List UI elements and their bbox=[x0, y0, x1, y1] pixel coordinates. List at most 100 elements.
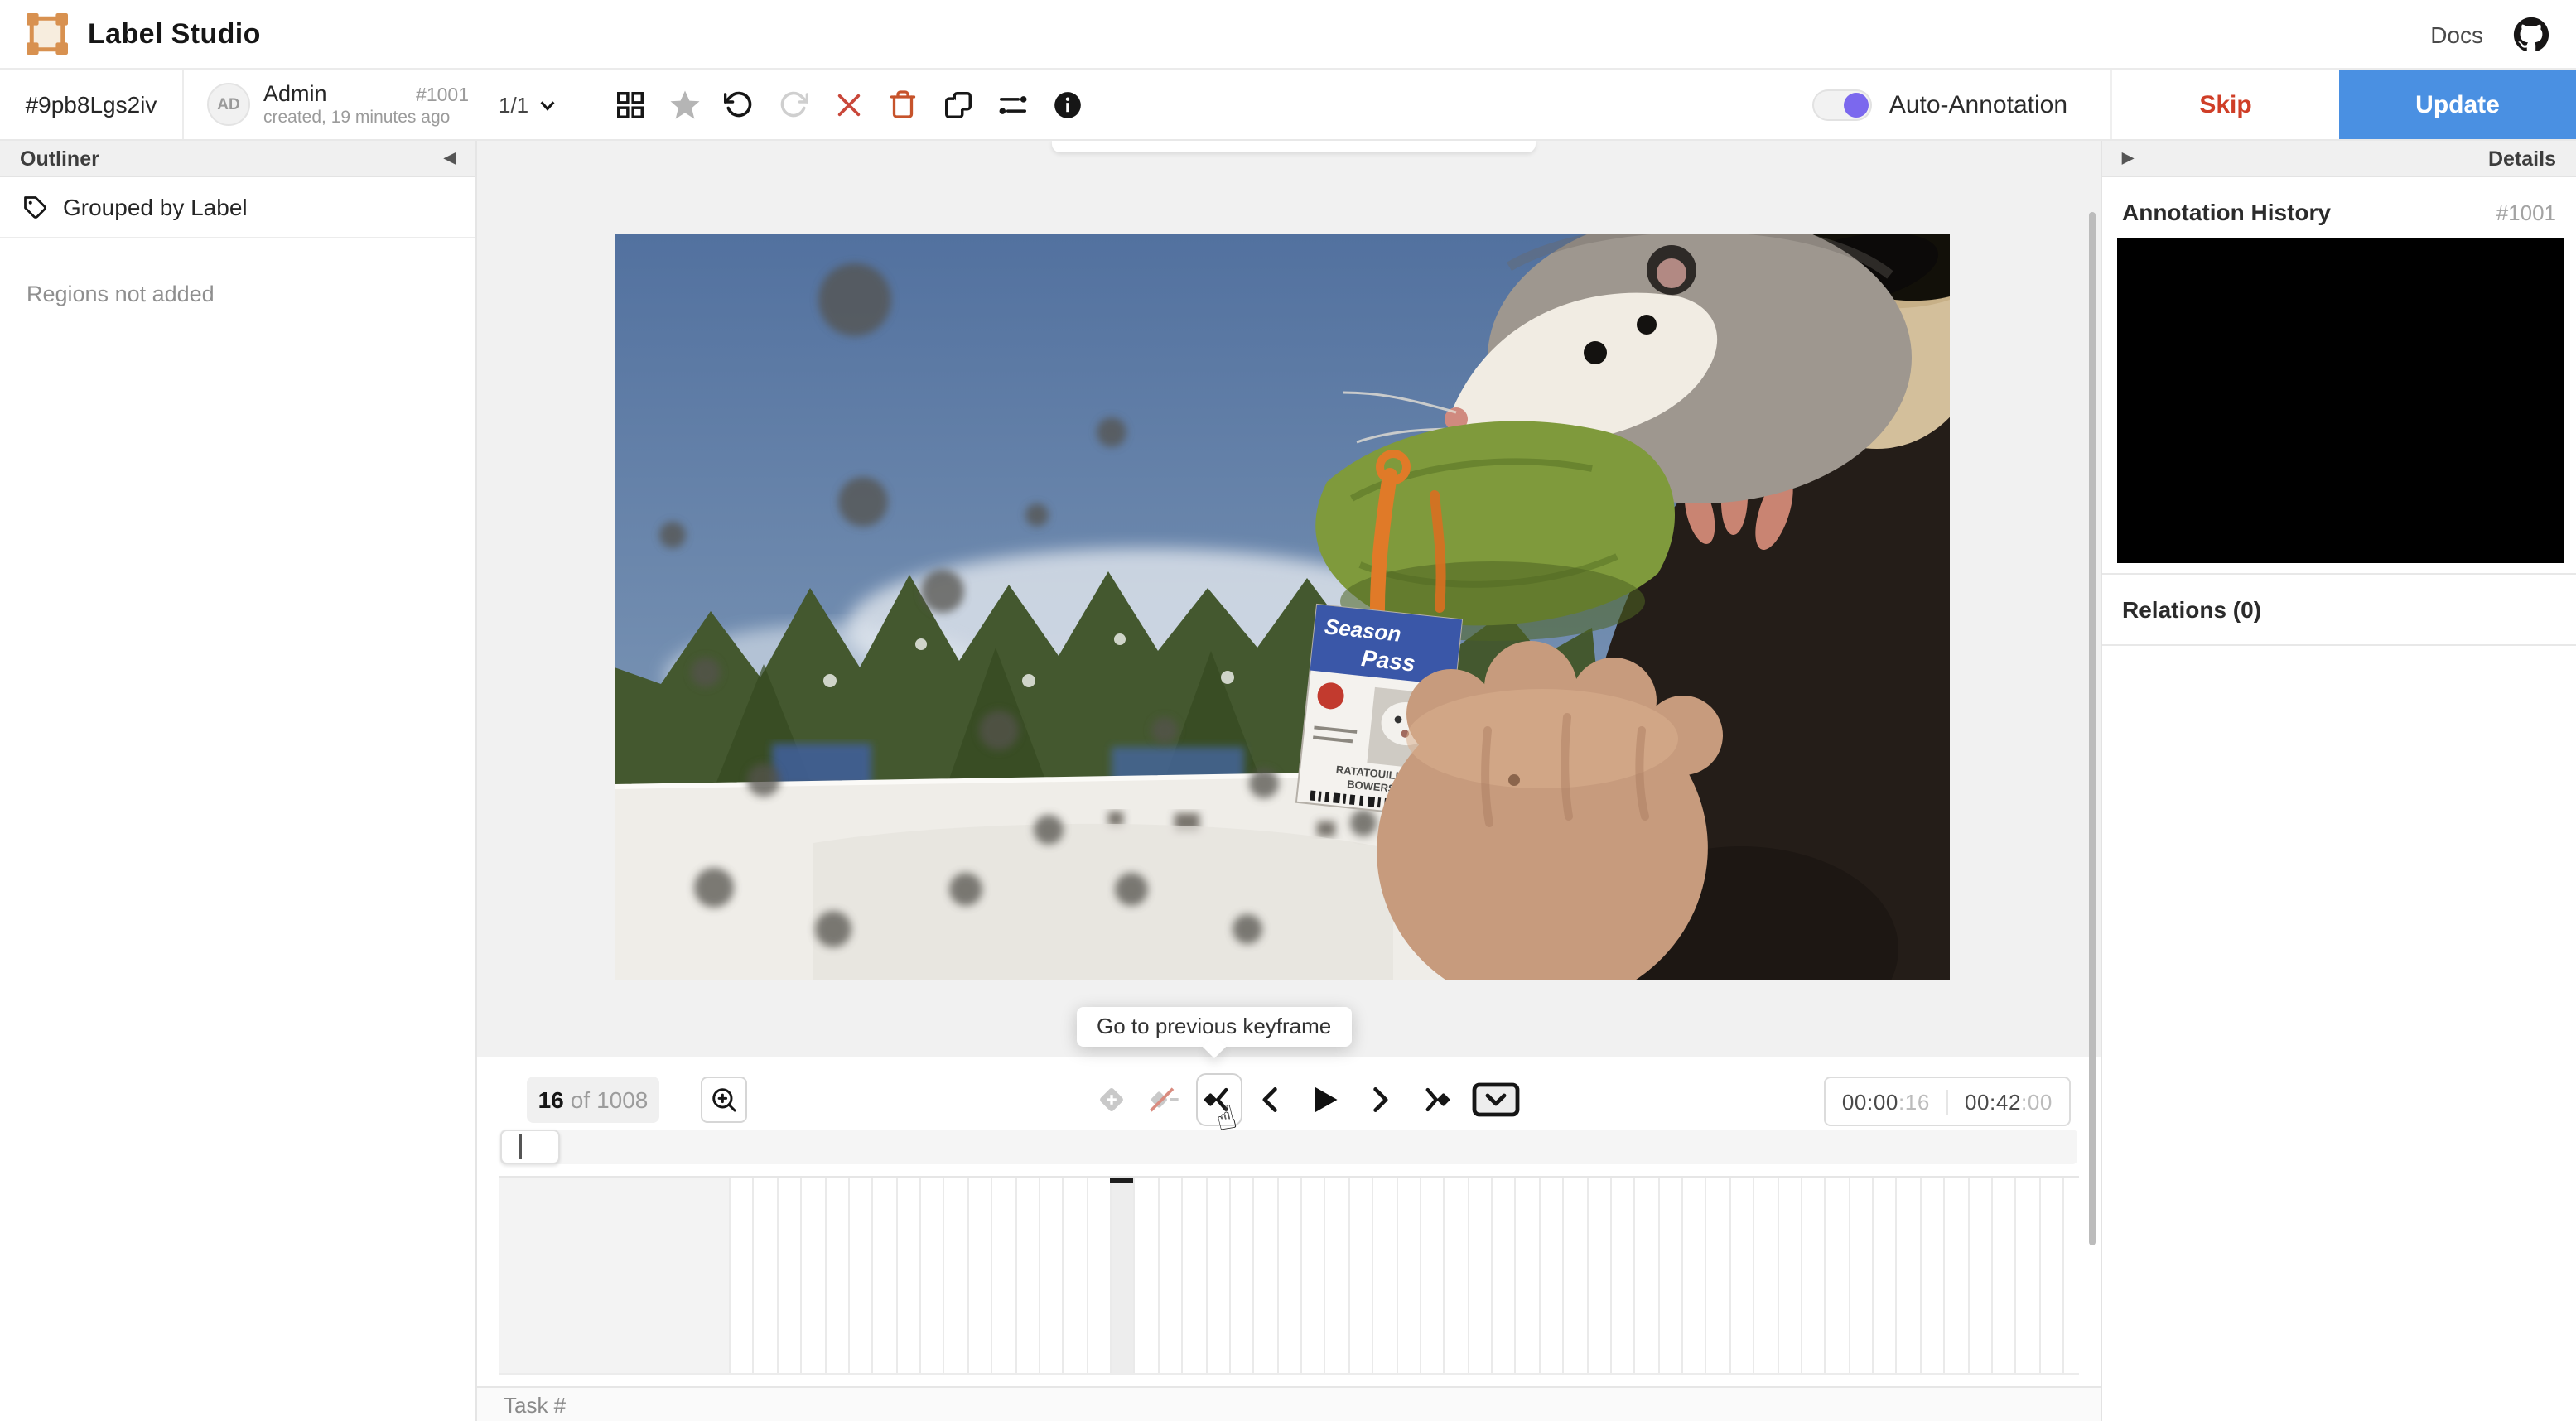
timeline-tick[interactable] bbox=[1705, 1178, 1729, 1373]
timeline-tick[interactable] bbox=[824, 1178, 848, 1373]
timeline-tick[interactable] bbox=[1157, 1178, 1182, 1373]
update-button[interactable]: Update bbox=[2339, 70, 2576, 139]
timeline-tick[interactable] bbox=[1062, 1178, 1087, 1373]
annotation-toolbar bbox=[610, 70, 1087, 139]
collapse-timeline-button[interactable] bbox=[1471, 1081, 1521, 1118]
timeline-tick[interactable] bbox=[1205, 1178, 1229, 1373]
timeline-tick[interactable] bbox=[2014, 1178, 2039, 1373]
settings-button[interactable] bbox=[992, 84, 1032, 124]
redo-button[interactable] bbox=[774, 84, 813, 124]
timeline-tick[interactable] bbox=[871, 1178, 896, 1373]
timeline-tick[interactable] bbox=[1086, 1178, 1110, 1373]
timeline-tick[interactable] bbox=[967, 1178, 991, 1373]
timeline-tick[interactable] bbox=[943, 1178, 967, 1373]
outliner-title: Outliner bbox=[20, 147, 99, 170]
timeline-tick[interactable] bbox=[1800, 1178, 1825, 1373]
collapse-right-icon[interactable]: ▶ bbox=[2122, 150, 2134, 166]
timeline-tick[interactable] bbox=[1729, 1178, 1754, 1373]
prev-frame-button[interactable] bbox=[1256, 1083, 1286, 1116]
annotation-history-section: Annotation History #1001 bbox=[2102, 199, 2576, 575]
timeline-tick[interactable] bbox=[1372, 1178, 1396, 1373]
timeline-tick[interactable] bbox=[1562, 1178, 1586, 1373]
info-button[interactable] bbox=[1047, 84, 1087, 124]
timeline-tick[interactable] bbox=[1228, 1178, 1253, 1373]
auto-annotation-toggle[interactable] bbox=[1812, 89, 1873, 120]
timeline-tick[interactable] bbox=[847, 1178, 872, 1373]
timeline-tick[interactable] bbox=[1038, 1178, 1063, 1373]
collapse-left-icon[interactable]: ◀ bbox=[444, 150, 456, 166]
copy-annotation-button[interactable] bbox=[938, 84, 977, 124]
annotations-pager[interactable]: 1/1 bbox=[469, 70, 573, 139]
timeline-tick[interactable] bbox=[895, 1178, 919, 1373]
github-icon[interactable] bbox=[2513, 16, 2549, 52]
timeline-tick[interactable] bbox=[2038, 1178, 2062, 1373]
timeline-tick[interactable] bbox=[2062, 1178, 2079, 1373]
timeline-tick[interactable] bbox=[1777, 1178, 1801, 1373]
timeline-tick[interactable] bbox=[1467, 1178, 1491, 1373]
skip-button[interactable]: Skip bbox=[2110, 70, 2339, 139]
timeline-tick[interactable] bbox=[1657, 1178, 1681, 1373]
next-frame-button[interactable] bbox=[1365, 1083, 1395, 1116]
timeline-tick[interactable] bbox=[1681, 1178, 1705, 1373]
timeline-tick[interactable] bbox=[1943, 1178, 1967, 1373]
vertical-scrollbar[interactable] bbox=[2089, 212, 2096, 1245]
seek-track[interactable] bbox=[500, 1130, 2077, 1164]
timeline-tick[interactable] bbox=[1133, 1178, 1158, 1373]
timeline-tick[interactable] bbox=[1443, 1178, 1468, 1373]
timeline-ticks[interactable] bbox=[729, 1178, 2079, 1373]
timeline-tick[interactable] bbox=[1015, 1178, 1039, 1373]
timeline-tick[interactable] bbox=[1538, 1178, 1563, 1373]
timeline-tick[interactable] bbox=[1609, 1178, 1634, 1373]
timeline-tick-current[interactable] bbox=[1110, 1178, 1135, 1373]
video-frame[interactable]: Season Pass RATATOUILLE BOWERS bbox=[615, 234, 1950, 980]
seek-viewport-handle[interactable] bbox=[500, 1130, 560, 1164]
timeline-tick[interactable] bbox=[776, 1178, 801, 1373]
timeline-tick[interactable] bbox=[1633, 1178, 1658, 1373]
timeline-tick[interactable] bbox=[1990, 1178, 2015, 1373]
label-studio-logo[interactable] bbox=[27, 13, 68, 55]
reset-button[interactable] bbox=[828, 84, 868, 124]
timeline-tick[interactable] bbox=[1753, 1178, 1777, 1373]
timeline-tick[interactable] bbox=[1848, 1178, 1872, 1373]
frame-counter[interactable]: 16 of 1008 bbox=[527, 1077, 659, 1123]
timeline-tick[interactable] bbox=[1491, 1178, 1515, 1373]
timeline-tick[interactable] bbox=[1396, 1178, 1420, 1373]
zoom-in-button[interactable] bbox=[701, 1077, 747, 1123]
timeline-tick[interactable] bbox=[1514, 1178, 1539, 1373]
frames-timeline[interactable] bbox=[499, 1176, 2079, 1375]
timeline-tick[interactable] bbox=[1586, 1178, 1610, 1373]
next-keyframe-button[interactable] bbox=[1416, 1081, 1453, 1118]
timeline-tick[interactable] bbox=[729, 1178, 753, 1373]
ground-truth-star-button[interactable] bbox=[664, 84, 704, 124]
timeline-tick[interactable] bbox=[1919, 1178, 1944, 1373]
docs-link[interactable]: Docs bbox=[2430, 21, 2483, 47]
timeline-tick[interactable] bbox=[1824, 1178, 1849, 1373]
timeline-tick[interactable] bbox=[919, 1178, 943, 1373]
undo-button[interactable] bbox=[719, 84, 759, 124]
time-display[interactable]: 00:00:16 00:42:00 bbox=[1823, 1077, 2071, 1126]
group-by-label-button[interactable]: Grouped by Label bbox=[0, 177, 475, 238]
relations-title: Relations (0) bbox=[2102, 575, 2576, 646]
timeline-tick[interactable] bbox=[1895, 1178, 1920, 1373]
add-keyframe-button[interactable] bbox=[1095, 1083, 1128, 1116]
timeline-tick[interactable] bbox=[800, 1178, 824, 1373]
annotation-history-title: Annotation History bbox=[2122, 199, 2331, 225]
remove-keyframe-button[interactable] bbox=[1146, 1083, 1183, 1116]
timeline-tick[interactable] bbox=[1967, 1178, 1991, 1373]
timeline-tick[interactable] bbox=[1181, 1178, 1205, 1373]
annotation-card[interactable]: AD Admin #1001 created, 19 minutes ago bbox=[184, 70, 469, 139]
group-by-label-text: Grouped by Label bbox=[63, 194, 248, 220]
grid-view-button[interactable] bbox=[610, 84, 649, 124]
delete-button[interactable] bbox=[883, 84, 923, 124]
timeline-tick[interactable] bbox=[752, 1178, 777, 1373]
timeline-tick[interactable] bbox=[1419, 1178, 1444, 1373]
play-button[interactable] bbox=[1305, 1081, 1342, 1118]
timeline-tick[interactable] bbox=[1872, 1178, 1896, 1373]
timeline-tick[interactable] bbox=[1276, 1178, 1300, 1373]
timeline-tick[interactable] bbox=[991, 1178, 1015, 1373]
timeline-tick[interactable] bbox=[1300, 1178, 1324, 1373]
timeline-tick[interactable] bbox=[1324, 1178, 1348, 1373]
timeline-tick[interactable] bbox=[1252, 1178, 1277, 1373]
pager-value: 1/1 bbox=[499, 92, 529, 117]
timeline-tick[interactable] bbox=[1348, 1178, 1372, 1373]
